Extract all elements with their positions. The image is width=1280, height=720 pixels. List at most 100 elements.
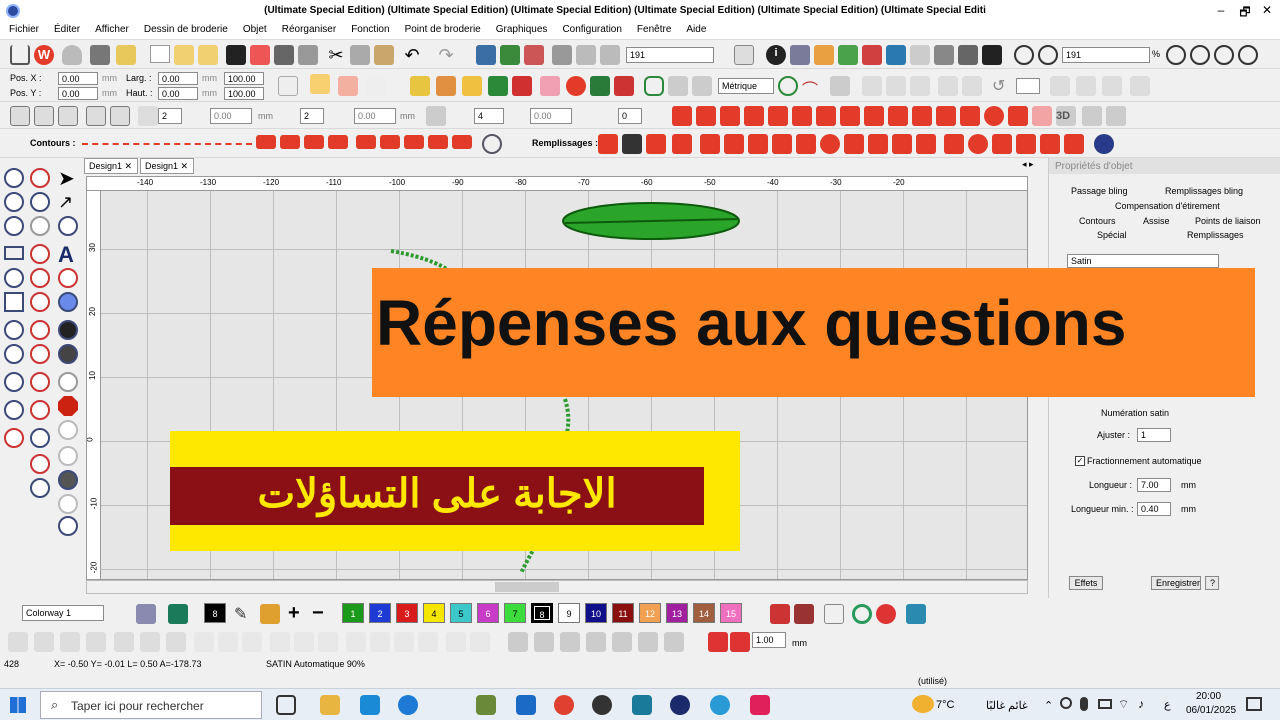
tray-chevron-icon[interactable]: ⌃: [1044, 699, 1053, 712]
fill-21-icon[interactable]: [1094, 134, 1114, 154]
contour-10-icon[interactable]: [482, 134, 502, 154]
color-swatch[interactable]: 11: [612, 603, 634, 623]
fill-5-icon[interactable]: [700, 134, 720, 154]
ellipse-tool-icon[interactable]: [4, 268, 24, 288]
chrome-icon[interactable]: [554, 695, 574, 715]
haut-input[interactable]: 0.00: [158, 87, 198, 100]
measure-unit-select[interactable]: Métrique: [718, 78, 774, 94]
effect-extra-1-icon[interactable]: [1082, 106, 1102, 126]
color-grid-icon[interactable]: [136, 604, 156, 624]
zoom-select-2[interactable]: 191: [1062, 47, 1150, 63]
contour-4-icon[interactable]: [328, 135, 348, 149]
fill-10-icon[interactable]: [820, 134, 840, 154]
microphone-icon[interactable]: [1080, 697, 1088, 711]
hide-icon[interactable]: [86, 632, 106, 652]
no-color-icon[interactable]: [824, 604, 844, 624]
contour-1-icon[interactable]: [256, 135, 276, 149]
gear-tool-icon[interactable]: [30, 372, 50, 392]
trim-shape-icon[interactable]: [534, 632, 554, 652]
mirror-obj-icon[interactable]: [114, 632, 134, 652]
grid-options-icon[interactable]: [692, 76, 712, 96]
fill-effect-13-icon[interactable]: [960, 106, 980, 126]
exclude-icon[interactable]: [586, 632, 606, 652]
zoom-selection-icon[interactable]: [1238, 45, 1258, 65]
lock-obj-icon[interactable]: [34, 632, 54, 652]
fill-effect-9-icon[interactable]: [864, 106, 884, 126]
scale-icon[interactable]: [938, 76, 958, 96]
color-swatch[interactable]: 9: [558, 603, 580, 623]
transform-tool-icon[interactable]: [30, 478, 50, 498]
fill-11-icon[interactable]: [844, 134, 864, 154]
hoop-icon[interactable]: [614, 76, 634, 96]
color-swatch[interactable]: 14: [693, 603, 715, 623]
mirror-v-icon[interactable]: [886, 76, 906, 96]
transform2-icon[interactable]: [1130, 76, 1150, 96]
battery-icon[interactable]: [1098, 699, 1112, 709]
color-swatch[interactable]: 12: [639, 603, 661, 623]
paint-bucket-icon[interactable]: [260, 604, 280, 624]
taskbar-search[interactable]: ⌕ Taper ici pour rechercher: [40, 691, 262, 719]
fill-effect-6-icon[interactable]: [792, 106, 812, 126]
group-icon[interactable]: [10, 106, 30, 126]
paste-icon[interactable]: [374, 45, 394, 65]
larg-input[interactable]: 0.00: [158, 72, 198, 85]
count-input-1[interactable]: 2: [158, 108, 182, 124]
stitch-type-select[interactable]: Satin: [1067, 254, 1219, 268]
rectangle-tool-icon[interactable]: [4, 246, 24, 260]
tab-assise[interactable]: Assise: [1143, 216, 1170, 226]
applique-icon[interactable]: [462, 76, 482, 96]
zoom-out-icon[interactable]: [1190, 45, 1210, 65]
menu-fenetre[interactable]: Fenêtre: [628, 22, 677, 35]
transform-icon[interactable]: [1102, 76, 1122, 96]
color-swatch[interactable]: 10: [585, 603, 607, 623]
pointer-icon[interactable]: ➤: [58, 166, 75, 191]
arc-icon[interactable]: ⌒: [802, 76, 822, 99]
save-icon[interactable]: [226, 45, 246, 65]
close-button[interactable]: ✕: [1258, 3, 1276, 19]
skew-v-icon[interactable]: [1076, 76, 1096, 96]
info-icon[interactable]: i: [766, 45, 786, 65]
fill-effect-12-icon[interactable]: [936, 106, 956, 126]
scroll-thumb[interactable]: [495, 582, 559, 592]
lock-icon[interactable]: [278, 76, 298, 96]
print-preview-icon[interactable]: [298, 45, 318, 65]
tab-remplissages-bling[interactable]: Remplissages bling: [1165, 186, 1243, 196]
dots-tool-icon[interactable]: [58, 470, 78, 490]
skew-h-icon[interactable]: [1050, 76, 1070, 96]
combine-icon[interactable]: [58, 106, 78, 126]
outlook-icon[interactable]: [516, 695, 536, 715]
offset-icon[interactable]: [664, 632, 684, 652]
fill-17-icon[interactable]: [992, 134, 1012, 154]
freehand-tool-icon[interactable]: [4, 292, 24, 312]
clock-time[interactable]: 20:00: [1196, 691, 1221, 702]
clock-date[interactable]: 06/01/2025: [1186, 705, 1236, 716]
moon-tool-icon[interactable]: [58, 372, 78, 392]
home-icon[interactable]: [10, 45, 30, 65]
space-v-icon[interactable]: [418, 632, 438, 652]
align-bottom-icon[interactable]: [318, 632, 338, 652]
print-icon[interactable]: [274, 45, 294, 65]
stitch-type-icon[interactable]: [310, 74, 330, 94]
rotate-left-icon[interactable]: ↺: [992, 76, 1012, 96]
longueur-input[interactable]: 7.00: [1137, 478, 1171, 492]
fill-effect-4-icon[interactable]: [744, 106, 764, 126]
menu-graphiques[interactable]: Graphiques: [487, 22, 554, 35]
volume-icon[interactable]: ♪: [1138, 697, 1144, 711]
fill-9-icon[interactable]: [796, 134, 816, 154]
rotate-angle-input[interactable]: [1016, 78, 1040, 94]
spacing-input-2[interactable]: 0.00: [354, 108, 396, 124]
curve-tool-icon[interactable]: [30, 192, 50, 212]
menu-aide[interactable]: Aide: [677, 22, 712, 35]
align-icon[interactable]: [910, 76, 930, 96]
fill-effect-5-icon[interactable]: [768, 106, 788, 126]
heart-tool-icon[interactable]: [4, 428, 24, 448]
polyline-icon[interactable]: ↗: [58, 192, 73, 213]
fill-effect-1-icon[interactable]: [672, 106, 692, 126]
folder-icon[interactable]: [116, 45, 136, 65]
zoom-one-icon[interactable]: [1038, 45, 1058, 65]
tray-icon-1[interactable]: [1060, 697, 1072, 709]
color-swatch[interactable]: 13: [666, 603, 688, 623]
app-photos-icon[interactable]: [476, 695, 496, 715]
fill-14-icon[interactable]: [916, 134, 936, 154]
frac-checkbox[interactable]: ✓: [1075, 456, 1085, 466]
